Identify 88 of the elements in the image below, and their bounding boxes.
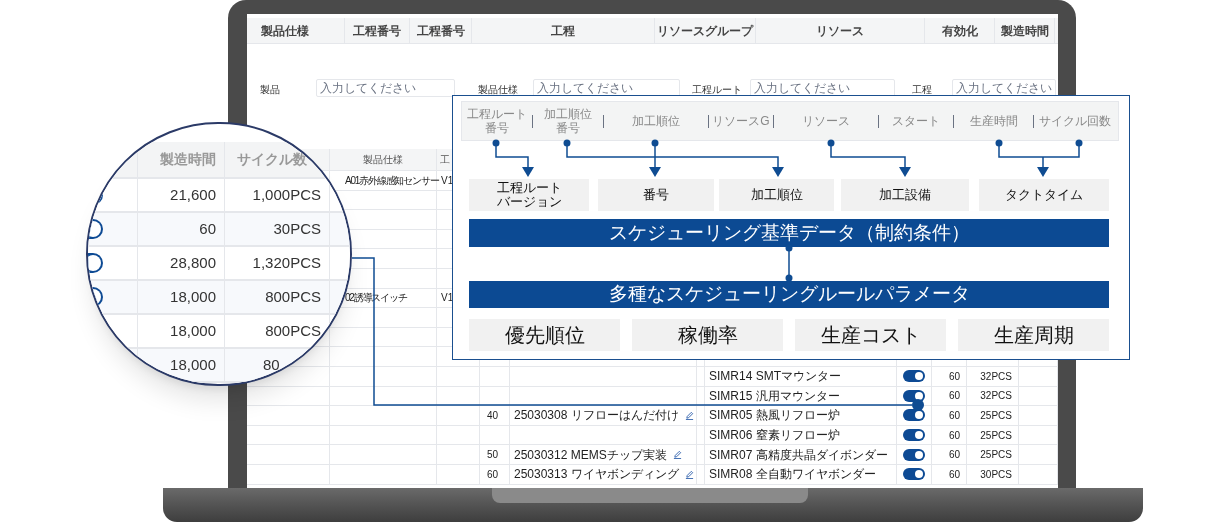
filter-label: 製品 xyxy=(260,84,280,95)
toggle-switch[interactable] xyxy=(903,389,925,402)
toggle-switch[interactable] xyxy=(903,448,925,461)
bar-title: スケジューリング基準データ（制約条件） xyxy=(608,220,970,245)
field-label: 工程ルート番号 xyxy=(466,107,528,135)
column-header: 工程番号 xyxy=(416,22,465,40)
edit-icon[interactable] xyxy=(684,469,694,479)
table-cell-text: 21,600 xyxy=(170,184,216,205)
table-cell-text: 25PCS xyxy=(980,408,1012,423)
table-cell-text: 60 xyxy=(948,467,960,482)
table-cell-text: 32PCS xyxy=(980,389,1012,404)
table-cell-text: 60 xyxy=(948,389,960,404)
table-cell-text: V1 xyxy=(440,291,454,306)
field-label: リソース xyxy=(802,114,850,128)
column-header: 製品仕様 xyxy=(261,22,309,40)
table-cell-text: 800PCS xyxy=(265,286,321,307)
box-label: 番号 xyxy=(643,188,669,202)
table-cell-text: SIMR06 窒素リフロー炉 xyxy=(709,427,840,444)
table-cell-text: 30PCS xyxy=(273,218,321,239)
column-header: 有効化 xyxy=(941,22,978,40)
column-header: 製造時間 xyxy=(1000,22,1049,40)
table-cell-text: 60 xyxy=(948,369,960,384)
filter-label: 製品仕様 xyxy=(478,84,518,95)
table-cell-text: 25PCS xyxy=(980,448,1012,463)
table-cell-text: 30PCS xyxy=(980,467,1012,482)
table-cell-text: SIMR08 全自動ワイヤボンダー xyxy=(709,466,876,484)
table-cell-text: V1 xyxy=(440,173,454,188)
box-label: 稼働率 xyxy=(677,323,738,348)
box-label: タクトタイム xyxy=(1005,188,1083,202)
table-cell-text: SIMR07 高精度共晶ダイボンダー xyxy=(709,446,888,464)
table-cell-text: 60 xyxy=(486,467,499,482)
connector-arrow xyxy=(492,139,534,177)
table-cell-text: 60 xyxy=(948,408,960,423)
filter-label: 工程 xyxy=(912,84,932,95)
table-cell-text: SIMR05 熱風リフロー炉 xyxy=(709,407,840,425)
field-label: スタート xyxy=(892,114,940,128)
column-header: 工 xyxy=(440,153,450,167)
column-header: 工程番号 xyxy=(353,22,401,40)
table-cell-text: 80 xyxy=(263,354,280,375)
table-cell-text: SIMR14 SMTマウンター xyxy=(709,368,841,386)
table-cell-text: 800PCS xyxy=(265,320,321,341)
table-cell-text: 18,000 xyxy=(170,320,216,341)
field-label: リソースG xyxy=(712,114,770,128)
box-label: 優先順位 xyxy=(504,323,585,348)
table-cell-text: 25030312 MEMSチップ実装 xyxy=(514,446,667,464)
table-cell-text: 32PCS xyxy=(980,369,1012,384)
filter-input[interactable]: 入力してください xyxy=(952,79,1056,97)
filter-input[interactable]: 入力してください xyxy=(750,79,895,97)
box-label: 生産周期 xyxy=(993,323,1074,348)
table-cell-text: 1,000PCS xyxy=(252,184,321,205)
toggle-switch[interactable] xyxy=(903,409,925,422)
field-label: 加工順位 xyxy=(632,114,680,128)
edit-icon[interactable] xyxy=(684,410,694,420)
toggle-switch[interactable] xyxy=(903,370,925,383)
bar-title: 多種なスケジューリングルールパラメータ xyxy=(608,282,970,307)
column-header: リソース xyxy=(816,22,864,40)
box-label: 工程ルートバージョン xyxy=(495,181,563,209)
table-cell-text: 1,320PCS xyxy=(252,252,321,273)
edit-icon[interactable] xyxy=(672,450,682,460)
column-header: リソースグループ xyxy=(657,22,753,40)
table-cell-text: 25030313 ワイヤボンディング xyxy=(514,466,679,484)
table-cell-text: 50 xyxy=(486,448,499,463)
column-header: 工程 xyxy=(551,22,575,40)
filter-input[interactable]: 入力してください xyxy=(533,79,680,97)
table-cell-text: 28,800 xyxy=(170,252,216,273)
column-header: サイクル数 xyxy=(237,150,307,169)
filter-input[interactable]: 入力してください xyxy=(316,79,455,97)
table-cell-text: 40 xyxy=(486,408,499,423)
table-cell-text: 18,000 xyxy=(170,286,216,307)
filter-label: 工程ルート xyxy=(692,84,742,95)
field-label: 生産時間 xyxy=(969,114,1018,128)
column-header: 製造時間 xyxy=(160,150,216,169)
table-cell-text: SIMR15 汎用マウンター xyxy=(709,387,840,405)
box-label: 加工順位 xyxy=(750,188,803,202)
table-cell-text: 60 xyxy=(948,448,960,463)
box-label: 生産コスト xyxy=(820,323,921,348)
column-header: 製品仕様 xyxy=(363,153,403,167)
toggle-switch[interactable] xyxy=(903,468,925,481)
field-label: サイクル回数 xyxy=(1039,114,1111,128)
table-cell-text: 25030308 リフローはんだ付け xyxy=(514,407,679,425)
box-label: 加工設備 xyxy=(879,188,931,202)
field-label: 加工順位番号 xyxy=(543,107,593,135)
table-cell-text: 60 xyxy=(199,218,216,239)
table-cell-text: A01赤外線感知センサー xyxy=(345,173,439,188)
table-cell-text: 25PCS xyxy=(980,428,1012,443)
table-cell-text: 60 xyxy=(948,428,960,443)
table-cell-text: 18,000 xyxy=(170,354,216,375)
toggle-switch[interactable] xyxy=(903,429,925,441)
